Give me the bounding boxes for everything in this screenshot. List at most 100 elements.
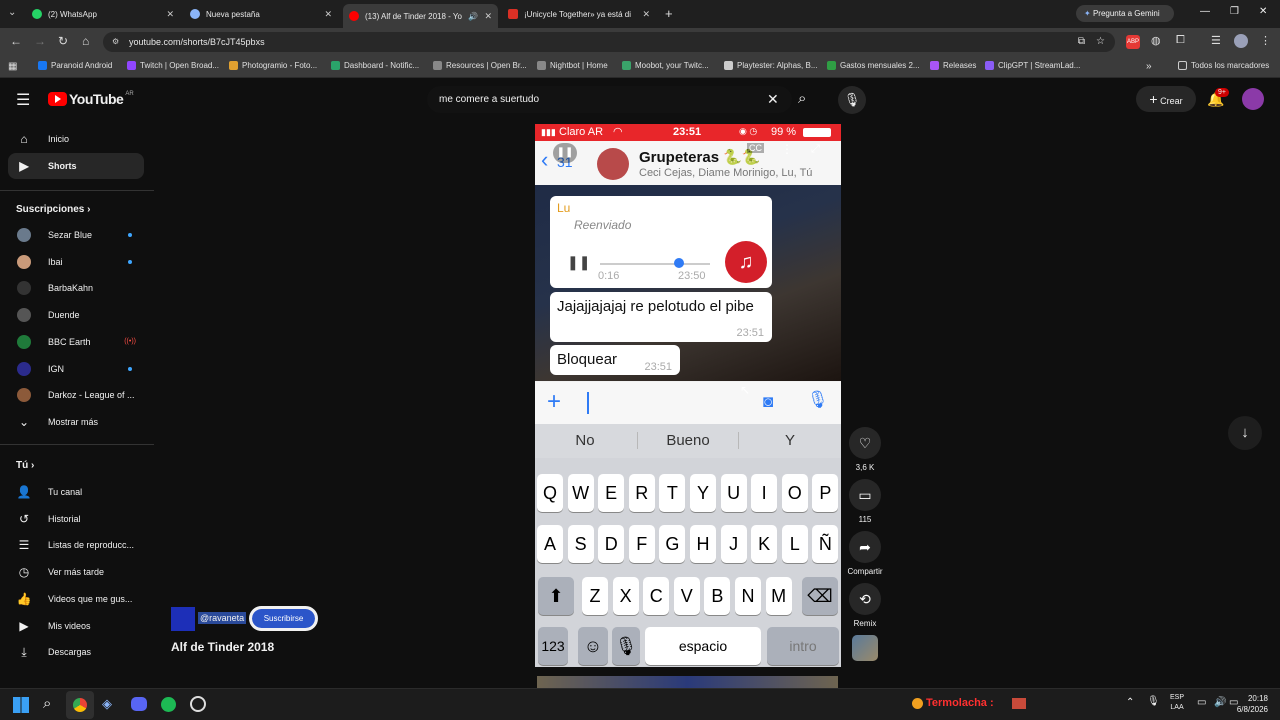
bookmark-item[interactable]: Paranoid Android [38,61,112,70]
key-j[interactable]: J [720,525,747,563]
subscriptions-heading[interactable]: Suscripciones › [16,204,90,215]
key-c[interactable]: C [643,577,670,615]
subscribe-button[interactable]: Suscribirse [249,606,318,631]
bookmark-item[interactable]: Gastos mensuales 2... [827,61,920,70]
camera-icon[interactable]: ◙ [763,392,773,412]
tab-youtube[interactable]: (13) Alf de Tinder 2018 - Yo 🔊 ✕ [343,4,498,28]
show-more-button[interactable]: ⌄ Mostrar más [8,409,144,435]
adblock-icon[interactable]: ABP [1126,35,1140,49]
puzzle-icon[interactable]: ⧠ [1176,34,1185,47]
bookmark-item[interactable]: Photogramio - Foto... [229,61,317,70]
bookmark-item[interactable]: ClipGPT | StreamLad... [985,61,1080,70]
key-d[interactable]: D [598,525,625,563]
maximize-button[interactable]: ❐ [1230,6,1239,17]
key-s[interactable]: S [567,525,594,563]
gemini-button[interactable]: ✦ Pregunta a Gemini [1076,5,1174,22]
key-p[interactable]: P [812,474,839,512]
voice-search-icon[interactable]: 🎙 [838,86,866,114]
bookmark-item[interactable]: Resources | Open Br... [433,61,527,70]
profile-avatar[interactable] [1234,34,1248,48]
key-l[interactable]: L [781,525,808,563]
tab-new-tab[interactable]: Nueva pestaña ✕ [184,4,338,24]
sidebar-item-clock[interactable]: ◷ Ver más tarde [8,559,144,585]
space-key[interactable]: espacio [645,627,761,665]
key-t[interactable]: T [659,474,686,512]
key-n[interactable]: N [735,577,761,615]
player-pause-icon[interactable]: ❚❚ [553,143,577,163]
menu-icon[interactable]: ⋮ [1260,34,1271,47]
key-w[interactable]: W [567,474,594,512]
sound-thumbnail[interactable] [852,635,878,661]
key-e[interactable]: E [598,474,625,512]
sidebar-subscription-item[interactable]: Darkoz - League of ... [8,382,144,408]
bookmark-item[interactable]: Dashboard - Notific... [331,61,419,70]
chevron-left-icon[interactable]: ‹ [541,147,548,173]
sidebar-subscription-item[interactable]: Duende [8,302,144,328]
key-b[interactable]: B [704,577,731,615]
fullscreen-icon[interactable]: ⤢ [811,143,820,156]
bookmark-item[interactable]: Nightbot | Home [537,61,608,70]
key-r[interactable]: R [628,474,655,512]
bookmark-item[interactable]: Twitch | Open Broad... [127,61,219,70]
channel-avatar[interactable] [171,607,195,631]
key-h[interactable]: H [690,525,716,563]
search-icon[interactable]: ⌕ [798,90,806,107]
windows-start-icon[interactable] [13,697,29,713]
tab-gmail[interactable]: ¡Unicycle Together» ya está di ✕ [502,4,656,24]
close-tab-icon[interactable]: ✕ [324,9,332,20]
sidebar-item-video[interactable]: ▶ Mis videos [8,613,144,639]
clock[interactable]: 20:18 6/8/2026 [1237,693,1268,715]
forward-button[interactable]: → [34,34,46,48]
extension-icon[interactable]: ◍ [1151,34,1161,47]
network-icon[interactable]: ▭ [1197,697,1206,708]
home-icon[interactable]: ⌂ [82,34,89,48]
suggestion[interactable]: Y [739,432,841,449]
tab-search-icon[interactable]: ⌄ [8,7,16,18]
key-k[interactable]: K [751,525,778,563]
key-a[interactable]: A [537,525,563,563]
sidebar-item-download[interactable]: ⤓ Descargas [8,639,144,665]
enter-key[interactable]: intro [767,627,839,665]
remix-button[interactable]: ⟲ Remix [849,583,881,628]
sidebar-item-person[interactable]: 👤 Tu canal [8,479,144,505]
account-avatar[interactable] [1242,88,1264,110]
key-u[interactable]: U [720,474,747,512]
more-options-icon[interactable]: ⋮ [781,142,793,156]
like-button[interactable]: ♡ 3,6 K [849,427,881,472]
bookmark-star-icon[interactable]: ☆ [1096,32,1105,52]
key-f[interactable]: F [628,525,655,563]
dictation-key[interactable]: 🎙 [612,627,640,665]
backspace-key[interactable]: ⌫ [802,577,838,615]
sidebar-item-like[interactable]: 👍 Videos que me gus... [8,586,144,612]
comments-button[interactable]: ▭ 115 [849,479,881,524]
numbers-key[interactable]: 123 [538,627,568,665]
audio-pause-icon[interactable]: ❚❚ [567,254,590,271]
sidebar-item-shorts[interactable]: ▶ Shorts [8,153,144,179]
bookmark-item[interactable]: Moobot, your Twitc... [622,61,709,70]
sidebar-subscription-item[interactable]: BarbaKahn [8,275,144,301]
bookmark-item[interactable]: Releases [930,61,976,70]
bookmark-item[interactable]: Playtester: Alphas, B... [724,61,817,70]
captions-icon[interactable]: CC [747,143,764,153]
shift-key[interactable]: ⬆ [538,577,574,615]
search-icon[interactable]: ⌕ [43,695,51,712]
tray-mic-icon[interactable]: 🎙 [1147,696,1160,707]
back-button[interactable]: ← [10,34,22,48]
key-g[interactable]: G [659,525,686,563]
create-button[interactable]: + Crear [1136,86,1196,112]
site-info-icon[interactable]: ⚙ [112,32,119,52]
key-y[interactable]: Y [690,474,716,512]
spotify-icon[interactable] [161,697,176,712]
obs-icon[interactable] [190,696,206,712]
volume-icon[interactable]: 🔊 [1214,697,1226,708]
you-heading[interactable]: Tú › [16,460,34,471]
more-bookmarks-icon[interactable]: » [1146,61,1152,72]
key-ñ[interactable]: Ñ [812,525,839,563]
sidebar-item-home[interactable]: ⌂ Inicio [8,126,144,152]
key-v[interactable]: V [673,577,700,615]
sidebar-subscription-item[interactable]: BBC Earth ((•)) [8,329,144,355]
key-i[interactable]: I [751,474,778,512]
close-tab-icon[interactable]: ✕ [166,9,174,20]
language-indicator[interactable]: ESP LAA [1170,693,1184,713]
plus-icon[interactable]: + [547,388,561,416]
